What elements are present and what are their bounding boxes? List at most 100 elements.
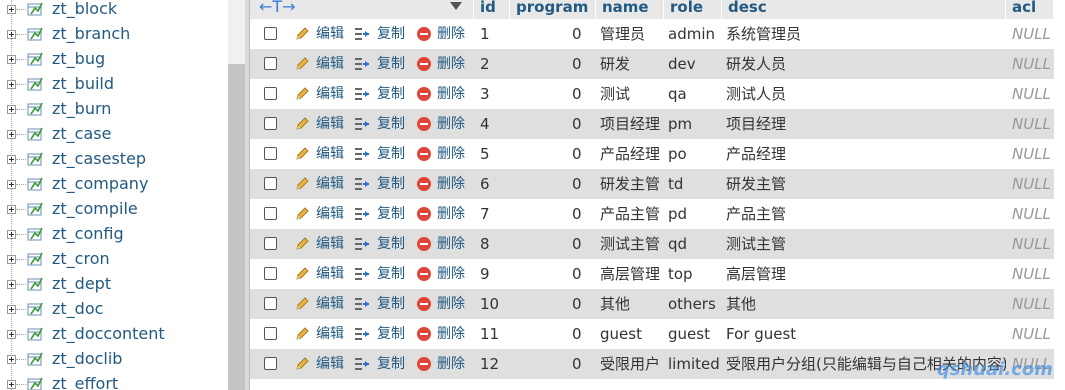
delete-icon[interactable] (416, 236, 432, 252)
expand-plus-icon[interactable] (7, 380, 16, 389)
copy-insert-icon[interactable] (354, 56, 370, 72)
expand-plus-icon[interactable] (7, 280, 16, 289)
delete-link[interactable]: 删除 (437, 199, 465, 229)
delete-link[interactable]: 删除 (437, 349, 465, 379)
table-nav-arrows[interactable]: ←T→ (259, 0, 296, 15)
sidebar-table-name[interactable]: zt_compile (52, 199, 138, 218)
delete-icon[interactable] (416, 176, 432, 192)
expand-plus-icon[interactable] (7, 80, 16, 89)
row-select-checkbox[interactable] (264, 207, 277, 220)
pencil-icon[interactable] (294, 266, 310, 282)
pencil-icon[interactable] (294, 296, 310, 312)
pencil-icon[interactable] (294, 206, 310, 222)
copy-link[interactable]: 复制 (377, 79, 405, 109)
edit-link[interactable]: 编辑 (316, 79, 344, 109)
copy-link[interactable]: 复制 (377, 199, 405, 229)
copy-link[interactable]: 复制 (377, 139, 405, 169)
sidebar-table-item[interactable]: zt_case (0, 122, 228, 147)
pencil-icon[interactable] (294, 86, 310, 102)
sidebar-table-name[interactable]: zt_branch (52, 24, 130, 43)
column-header-name[interactable]: name (596, 0, 664, 19)
sidebar-table-item[interactable]: zt_build (0, 72, 228, 97)
delete-link[interactable]: 删除 (437, 19, 465, 49)
expand-plus-icon[interactable] (7, 355, 16, 364)
copy-link[interactable]: 复制 (377, 259, 405, 289)
sidebar-table-name[interactable]: zt_bug (52, 49, 105, 68)
column-header-program[interactable]: program (510, 0, 596, 19)
pencil-icon[interactable] (294, 26, 310, 42)
sidebar-table-name[interactable]: zt_company (52, 174, 148, 193)
expand-plus-icon[interactable] (7, 305, 16, 314)
delete-link[interactable]: 删除 (437, 229, 465, 259)
copy-insert-icon[interactable] (354, 26, 370, 42)
delete-icon[interactable] (416, 296, 432, 312)
sidebar-table-name[interactable]: zt_doccontent (52, 324, 165, 343)
copy-insert-icon[interactable] (354, 116, 370, 132)
sidebar-table-item[interactable]: zt_doclib (0, 347, 228, 372)
delete-icon[interactable] (416, 86, 432, 102)
sidebar-table-item[interactable]: zt_branch (0, 22, 228, 47)
pencil-icon[interactable] (294, 56, 310, 72)
column-header-role[interactable]: role (664, 0, 722, 19)
pencil-icon[interactable] (294, 236, 310, 252)
edit-link[interactable]: 编辑 (316, 49, 344, 79)
copy-link[interactable]: 复制 (377, 19, 405, 49)
edit-link[interactable]: 编辑 (316, 109, 344, 139)
sidebar-table-name[interactable]: zt_build (52, 74, 114, 93)
copy-insert-icon[interactable] (354, 206, 370, 222)
expand-plus-icon[interactable] (7, 5, 16, 14)
sidebar-table-item[interactable]: zt_dept (0, 272, 228, 297)
sidebar-table-name[interactable]: zt_doclib (52, 349, 122, 368)
sidebar-table-name[interactable]: zt_dept (52, 274, 111, 293)
expand-plus-icon[interactable] (7, 155, 16, 164)
pencil-icon[interactable] (294, 326, 310, 342)
copy-link[interactable]: 复制 (377, 169, 405, 199)
row-select-checkbox[interactable] (264, 327, 277, 340)
delete-icon[interactable] (416, 266, 432, 282)
copy-insert-icon[interactable] (354, 86, 370, 102)
pencil-icon[interactable] (294, 116, 310, 132)
row-select-checkbox[interactable] (264, 117, 277, 130)
edit-link[interactable]: 编辑 (316, 349, 344, 379)
delete-link[interactable]: 删除 (437, 319, 465, 349)
edit-link[interactable]: 编辑 (316, 229, 344, 259)
edit-link[interactable]: 编辑 (316, 259, 344, 289)
row-select-checkbox[interactable] (264, 27, 277, 40)
pencil-icon[interactable] (294, 356, 310, 372)
expand-plus-icon[interactable] (7, 180, 16, 189)
sidebar-table-name[interactable]: zt_effort (52, 374, 118, 390)
row-select-checkbox[interactable] (264, 177, 277, 190)
sidebar-table-item[interactable]: zt_cron (0, 247, 228, 272)
column-header-id[interactable]: id (474, 0, 510, 19)
sidebar-table-item[interactable]: zt_bug (0, 47, 228, 72)
sidebar-table-item[interactable]: zt_company (0, 172, 228, 197)
sidebar-table-name[interactable]: zt_config (52, 224, 124, 243)
delete-link[interactable]: 删除 (437, 139, 465, 169)
copy-link[interactable]: 复制 (377, 289, 405, 319)
delete-icon[interactable] (416, 206, 432, 222)
edit-link[interactable]: 编辑 (316, 319, 344, 349)
copy-link[interactable]: 复制 (377, 349, 405, 379)
sidebar-table-item[interactable]: zt_config (0, 222, 228, 247)
delete-icon[interactable] (416, 26, 432, 42)
copy-link[interactable]: 复制 (377, 319, 405, 349)
delete-icon[interactable] (416, 326, 432, 342)
row-select-checkbox[interactable] (264, 87, 277, 100)
sidebar-table-name[interactable]: zt_burn (52, 99, 111, 118)
expand-plus-icon[interactable] (7, 55, 16, 64)
sidebar-table-item[interactable]: zt_compile (0, 197, 228, 222)
sidebar-table-name[interactable]: zt_cron (52, 249, 110, 268)
delete-link[interactable]: 删除 (437, 259, 465, 289)
copy-insert-icon[interactable] (354, 176, 370, 192)
sidebar-table-name[interactable]: zt_block (52, 0, 117, 18)
pencil-icon[interactable] (294, 176, 310, 192)
row-select-checkbox[interactable] (264, 297, 277, 310)
expand-plus-icon[interactable] (7, 230, 16, 239)
column-header-desc[interactable]: desc (722, 0, 1006, 19)
sidebar-table-item[interactable]: zt_doc (0, 297, 228, 322)
expand-plus-icon[interactable] (7, 255, 16, 264)
column-header-acl[interactable]: acl (1006, 0, 1054, 19)
delete-link[interactable]: 删除 (437, 79, 465, 109)
sidebar-table-item[interactable]: zt_casestep (0, 147, 228, 172)
sidebar-table-name[interactable]: zt_case (52, 124, 111, 143)
